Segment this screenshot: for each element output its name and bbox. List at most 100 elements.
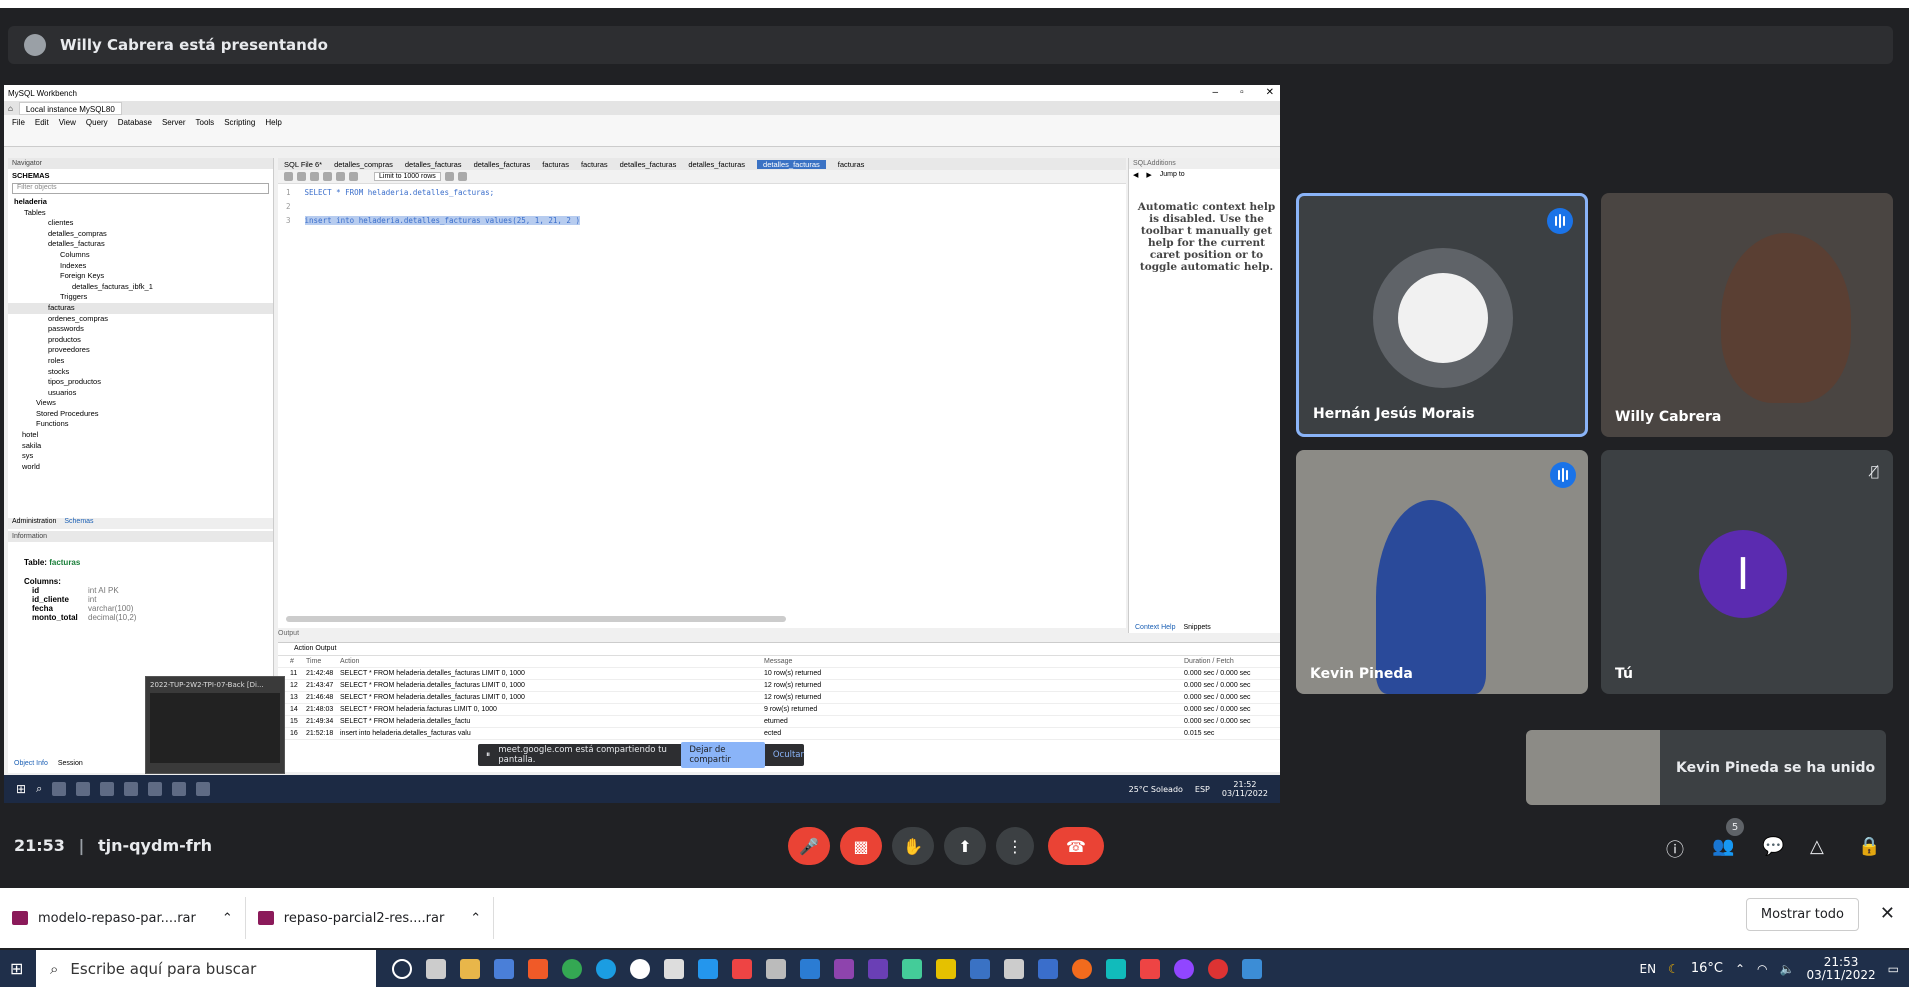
file-explorer-icon[interactable] — [460, 958, 480, 979]
tree-item[interactable]: sys — [8, 451, 273, 462]
volume-icon[interactable]: 🔈 — [1780, 962, 1795, 976]
limit-select[interactable]: Limit to 1000 rows — [374, 172, 441, 181]
end-call-button[interactable]: ☎ — [1048, 827, 1104, 865]
connection-tab[interactable]: Local instance MySQL80 — [18, 101, 122, 115]
action-output-select[interactable]: Action Output — [278, 643, 1280, 656]
tree-item[interactable]: sakila — [8, 441, 273, 452]
window-thumbnail[interactable]: 2022-TUP-2W2-TPI-07-Back [Di... — [145, 676, 285, 774]
more-options-button[interactable]: ⋮ — [996, 827, 1034, 865]
taskbar-search[interactable]: ⌕ Escribe aquí para buscar — [36, 950, 376, 987]
settings-icon[interactable] — [766, 958, 786, 979]
participant-tile[interactable]: 🎙̸ I Tú — [1601, 450, 1893, 694]
tab-object-info[interactable]: Object Info — [14, 760, 48, 767]
menu-query[interactable]: Query — [86, 118, 108, 127]
editor-tab[interactable]: facturas — [542, 160, 569, 169]
tree-item[interactable]: roles — [8, 356, 273, 367]
tree-item[interactable]: detalles_compras — [8, 229, 273, 240]
beautify-icon[interactable] — [444, 172, 454, 181]
tree-item[interactable]: detalles_facturas_ibfk_1 — [8, 282, 273, 293]
output-row[interactable]: 12 21:43:47 SELECT * FROM heladeria.detall… — [278, 680, 1280, 692]
raise-hand-button[interactable]: ✋ — [892, 827, 934, 865]
info-icon[interactable]: ⓘ — [1666, 836, 1684, 862]
visual-studio-icon[interactable] — [868, 958, 888, 979]
people-icon[interactable]: 👥 — [1712, 836, 1734, 857]
menu-help[interactable]: Help — [265, 118, 281, 127]
horizontal-scrollbar[interactable] — [286, 616, 786, 622]
editor-tab[interactable]: SQL File 6* — [284, 160, 322, 169]
activities-icon[interactable]: △ — [1810, 836, 1824, 857]
edge-icon[interactable] — [596, 958, 616, 979]
search-icon[interactable]: ⌕ — [36, 782, 42, 796]
camera-toggle-button[interactable]: ▩ — [840, 827, 882, 865]
app-icon[interactable] — [732, 958, 752, 979]
menu-database[interactable]: Database — [118, 118, 152, 127]
chevron-up-icon[interactable]: ⌃ — [222, 911, 233, 926]
app-icon[interactable] — [1072, 958, 1092, 979]
menu-server[interactable]: Server — [162, 118, 186, 127]
execute-icon[interactable] — [310, 172, 319, 181]
tree-item[interactable]: Stored Procedures — [8, 409, 273, 420]
tree-item[interactable]: tipos_productos — [8, 377, 273, 388]
execute-current-icon[interactable] — [323, 172, 332, 181]
editor-tab-active[interactable]: detalles_facturas — [757, 159, 826, 169]
jump-to-select[interactable]: Jump to — [1160, 171, 1185, 179]
app-icon[interactable] — [664, 958, 684, 979]
editor-tab[interactable]: detalles_facturas — [620, 160, 677, 169]
host-controls-icon[interactable]: 🔒 — [1858, 836, 1880, 857]
download-item[interactable]: repaso-parcial2-res....rar ⌃ — [246, 897, 495, 939]
menu-view[interactable]: View — [59, 118, 76, 127]
app-icon[interactable] — [172, 782, 187, 796]
chevron-up-icon[interactable]: ⌃ — [470, 911, 481, 926]
tree-item[interactable]: detalles_facturas — [8, 239, 273, 250]
editor-tab[interactable]: detalles_compras — [334, 160, 393, 169]
editor-tab[interactable]: detalles_facturas — [405, 160, 462, 169]
vscode-icon[interactable] — [800, 958, 820, 979]
close-icon[interactable]: ✕ — [1266, 87, 1274, 98]
docker-icon[interactable] — [698, 958, 718, 979]
tree-item[interactable]: clientes — [8, 218, 273, 229]
app-icon[interactable] — [1208, 958, 1228, 979]
participant-tile[interactable]: Kevin Pineda — [1296, 450, 1588, 694]
tree-item[interactable]: stocks — [8, 367, 273, 378]
tab-session[interactable]: Session — [58, 760, 83, 767]
participant-tile[interactable]: Willy Cabrera — [1601, 193, 1893, 437]
tree-item[interactable]: Tables — [8, 208, 273, 219]
postgres-icon[interactable] — [1038, 958, 1058, 979]
chat-icon[interactable]: 💬 — [1762, 836, 1784, 857]
menu-scripting[interactable]: Scripting — [224, 118, 255, 127]
folder-icon[interactable] — [76, 782, 91, 796]
output-row[interactable]: 15 21:49:34 SELECT * FROM heladeria.detall… — [278, 716, 1280, 728]
minimize-icon[interactable]: – — [1213, 87, 1219, 98]
tree-item[interactable]: hotel — [8, 430, 273, 441]
app-icon[interactable] — [148, 782, 163, 796]
stop-icon[interactable] — [349, 172, 358, 181]
tab-administration[interactable]: Administration — [12, 518, 56, 529]
qbittorrent-icon[interactable] — [494, 958, 514, 979]
stop-sharing-button[interactable]: Dejar de compartir — [681, 742, 765, 768]
database-icon[interactable] — [1004, 958, 1024, 979]
tree-item[interactable]: usuarios — [8, 388, 273, 399]
menu-file[interactable]: File — [12, 118, 25, 127]
tree-item[interactable]: ordenes_compras — [8, 314, 273, 325]
tree-item[interactable]: productos — [8, 335, 273, 346]
app-icon[interactable] — [1140, 958, 1160, 979]
app-icon[interactable] — [902, 958, 922, 979]
filter-input[interactable]: Filter objects — [12, 183, 269, 194]
chrome-icon[interactable] — [562, 958, 582, 979]
tree-item[interactable]: passwords — [8, 324, 273, 335]
language-indicator[interactable]: EN — [1640, 962, 1657, 976]
output-row[interactable]: 11 21:42:48 SELECT * FROM heladeria.detall… — [278, 668, 1280, 680]
app-icon[interactable] — [1106, 958, 1126, 979]
tree-item[interactable]: Indexes — [8, 261, 273, 272]
visual-studio-icon[interactable] — [834, 958, 854, 979]
editor-tab[interactable]: facturas — [838, 160, 865, 169]
app-icon[interactable] — [196, 782, 211, 796]
tab-context-help[interactable]: Context Help — [1135, 624, 1175, 631]
maximize-icon[interactable]: ▫ — [1240, 87, 1244, 98]
app-icon[interactable] — [936, 958, 956, 979]
code-area[interactable]: 1 SELECT * FROM heladeria.detalles_factur… — [278, 184, 1126, 228]
back-icon[interactable]: ◀ — [1133, 171, 1138, 179]
close-icon[interactable]: ✕ — [1880, 903, 1895, 924]
tree-item[interactable]: Views — [8, 398, 273, 409]
task-view-icon[interactable] — [426, 958, 446, 979]
